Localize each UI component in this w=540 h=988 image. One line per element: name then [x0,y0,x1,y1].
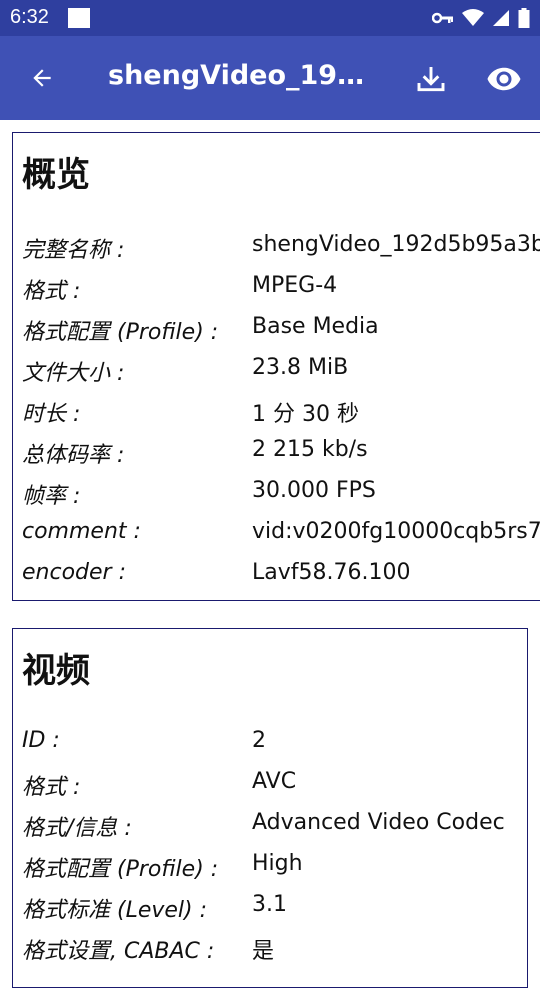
wifi-icon [462,9,484,26]
info-row: 完整名称 : shengVideo_192d5b95a3b [22,232,540,273]
info-key: 格式标准 (Level) : [22,898,208,923]
eye-icon [487,67,521,91]
info-key: ID : [22,728,60,753]
info-value: Advanced Video Codec [252,810,505,835]
info-value: High [252,851,303,876]
info-key: 格式设置, CABAC : [22,939,215,964]
download-icon [417,67,445,92]
info-row: comment : vid:v0200fg10000cqb5rs7c [22,519,540,560]
info-value: 3.1 [252,892,287,917]
info-row: 格式/信息 : Advanced Video Codec [22,810,540,851]
info-value: 30.000 FPS [252,478,376,503]
video-title: 视频 [22,651,90,691]
info-key: 完整名称 : [22,238,125,263]
battery-icon [518,8,530,28]
info-row: 格式 : MPEG-4 [22,273,540,314]
info-key: 总体码率 : [22,443,125,468]
info-row: encoder : Lavf58.76.100 [22,560,540,601]
status-icons [432,7,530,29]
info-row: 时长 : 1 分 30 秒 [22,396,540,437]
vpn-key-icon [432,12,453,24]
info-key: 格式配置 (Profile) : [22,857,219,882]
info-row: 格式设置, CABAC : 是 [22,933,540,974]
info-value: 2 [252,728,266,753]
info-key: 格式/信息 : [22,816,132,841]
info-key: encoder : [22,560,126,585]
info-row: 总体码率 : 2 215 kb/s [22,437,540,478]
info-value: Lavf58.76.100 [252,560,411,585]
status-bar: 6:32 [0,0,540,36]
info-row: 格式 : AVC [22,769,540,810]
info-row: ID : 2 [22,728,540,769]
info-key: 格式 : [22,279,81,304]
info-key: 文件大小 : [22,361,125,386]
app-title: shengVideo_192d5b95a3b [108,60,378,91]
info-key: 格式配置 (Profile) : [22,320,219,345]
back-button[interactable] [22,58,62,98]
back-arrow-icon [33,69,51,87]
info-row: 格式配置 (Profile) : High [22,851,540,892]
download-button[interactable] [410,58,452,100]
overview-section: 概览 完整名称 : shengVideo_192d5b95a3b 格式 : MP… [12,132,540,601]
overview-title: 概览 [22,155,90,195]
info-value: 1 分 30 秒 [252,402,359,427]
view-button[interactable] [482,58,526,100]
info-key: 帧率 : [22,484,81,509]
info-value: Base Media [252,314,379,339]
video-section: 视频 ID : 2 格式 : AVC 格式/信息 : Advanced Vide… [12,628,528,988]
notification-icon [68,8,90,28]
info-value: vid:v0200fg10000cqb5rs7c [252,519,540,544]
info-value: 23.8 MiB [252,355,349,380]
info-value: shengVideo_192d5b95a3b [252,232,540,257]
info-row: 格式配置 (Profile) : Base Media [22,314,540,355]
info-key: 格式 : [22,775,81,800]
app-bar: shengVideo_192d5b95a3b [0,36,540,120]
info-key: 时长 : [22,402,81,427]
info-row: 格式标准 (Level) : 3.1 [22,892,540,933]
info-value: MPEG-4 [252,273,338,298]
info-key: comment : [22,519,141,544]
status-time: 6:32 [10,6,49,28]
info-row: 文件大小 : 23.8 MiB [22,355,540,396]
info-value: AVC [252,769,297,794]
info-value: 2 215 kb/s [252,437,368,462]
signal-icon [493,10,509,26]
info-value: 是 [252,939,275,964]
info-row: 帧率 : 30.000 FPS [22,478,540,519]
